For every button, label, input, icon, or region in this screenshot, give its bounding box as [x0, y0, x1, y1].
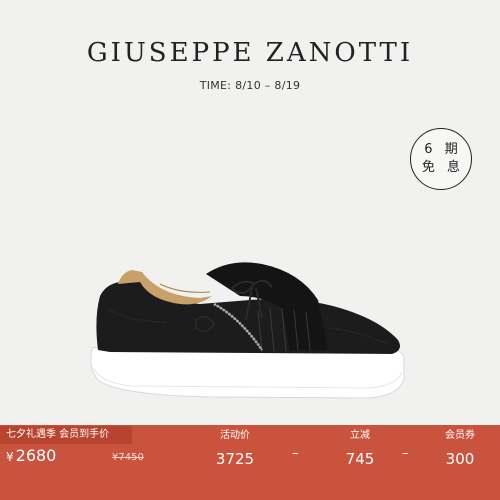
product-banner: GIUSEPPE ZANOTTI TIME: 8/10 – 8/19 6 期 免… — [0, 0, 500, 500]
original-price: ¥7450 — [112, 452, 144, 463]
installment-badge: 6 期 免 息 — [410, 128, 472, 190]
final-price-value: 2680 — [15, 446, 57, 465]
activity-price-value: 3725 — [215, 450, 255, 468]
minus-operator: – — [402, 446, 409, 461]
member-coupon-value: 300 — [445, 450, 475, 468]
discount-label: 立减 — [350, 430, 370, 441]
promo-time: TIME: 8/10 – 8/19 — [199, 79, 301, 92]
promo-label: 七夕礼遇季 会员到手价 — [0, 426, 132, 444]
minus-operator: – — [292, 446, 299, 461]
final-price: ¥2680 — [6, 446, 56, 465]
activity-price: 活动价 3725 — [200, 428, 270, 470]
discount: 立减 745 — [330, 428, 390, 470]
badge-line1: 6 期 — [424, 142, 462, 157]
discount-value: 745 — [345, 450, 375, 468]
activity-price-label: 活动价 — [220, 430, 250, 441]
currency-symbol: ¥ — [6, 450, 14, 464]
brand-logo: GIUSEPPE ZANOTTI — [86, 38, 414, 68]
badge-line2: 免 息 — [421, 160, 465, 175]
member-coupon-label: 会员券 — [445, 430, 475, 441]
sneaker-image — [90, 262, 405, 399]
member-coupon: 会员券 300 — [430, 428, 490, 470]
